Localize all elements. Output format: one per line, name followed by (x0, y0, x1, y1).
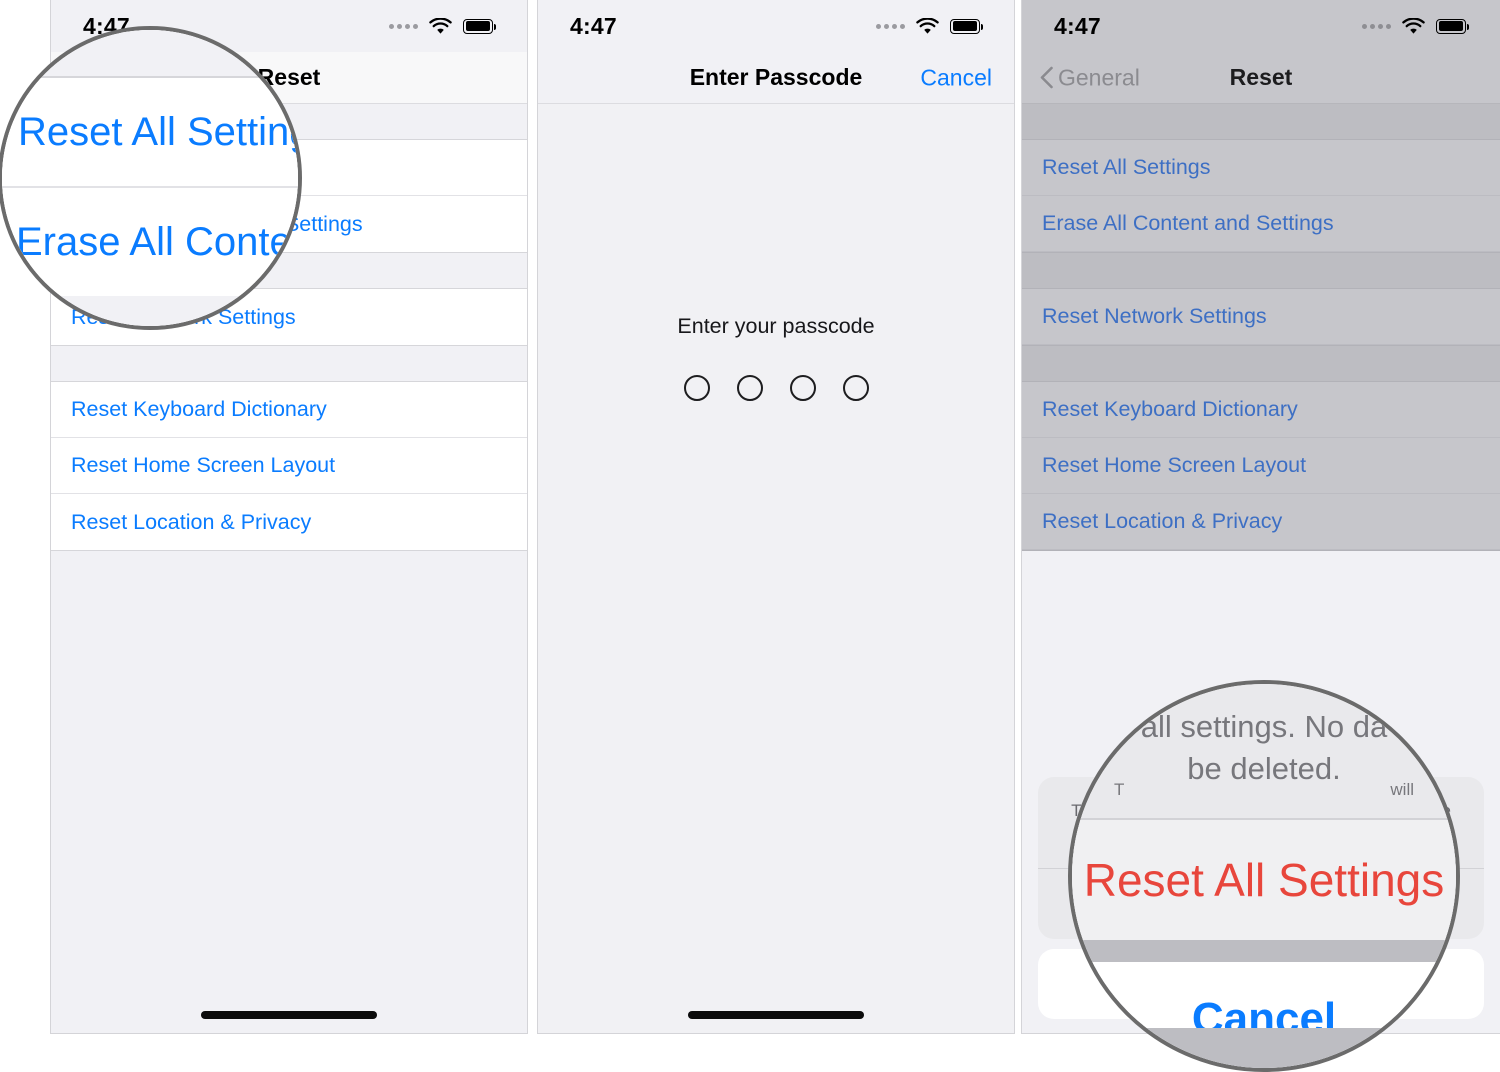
list-group-2: Reset Network Settings (1022, 288, 1500, 346)
page-title: Reset (1229, 64, 1293, 90)
home-indicator (688, 1011, 864, 1019)
list-gap (51, 346, 527, 381)
status-bar-indicators (1362, 17, 1470, 35)
lens-action-sheet-message: all settings. No da be deleted. (1072, 706, 1456, 790)
row-reset-home-screen-layout[interactable]: Reset Home Screen Layout (1022, 438, 1500, 494)
settings-list: Reset All Settings Erase All Content and… (1022, 104, 1500, 551)
passcode-prompt: Enter your passcode (677, 314, 875, 338)
list-gap (1022, 104, 1500, 139)
passcode-dot (842, 375, 869, 401)
status-bar-indicators (389, 17, 497, 35)
passcode-entry-area: Enter your passcode (538, 104, 1014, 1033)
row-reset-all-settings[interactable]: Reset All Settings (1022, 140, 1500, 196)
back-button-label: General (1058, 64, 1140, 90)
status-bar-indicators (876, 17, 984, 35)
lens-message-line-1: all settings. No da (1140, 709, 1388, 744)
lens-reset-all-settings-button[interactable]: Reset All Settings (1072, 820, 1456, 940)
signal-dots-icon (389, 23, 418, 29)
list-group-3: Reset Keyboard Dictionary Reset Home Scr… (1022, 381, 1500, 551)
status-bar: 4:47 (538, 0, 1014, 52)
back-button-general[interactable]: General (1040, 64, 1140, 91)
list-group-1: Reset All Settings Erase All Content and… (1022, 139, 1500, 253)
lens-row-label: Erase All Content and Settings (16, 219, 298, 264)
wifi-icon (429, 17, 452, 34)
row-reset-location-privacy[interactable]: Reset Location & Privacy (1022, 494, 1500, 550)
lens-list-gap (2, 296, 298, 326)
row-reset-keyboard-dictionary[interactable]: Reset Keyboard Dictionary (1022, 382, 1500, 438)
lens-row-reset-all-settings[interactable]: Reset All Settings (2, 78, 298, 186)
status-bar-time: 4:47 (1054, 12, 1101, 39)
lens-sheet-gap (1072, 940, 1456, 962)
signal-dots-icon (876, 23, 905, 29)
phone-screen-enter-passcode: 4:47 Enter Passcode Cancel Enter your pa… (537, 0, 1015, 1034)
cancel-button[interactable]: Cancel (920, 64, 992, 91)
passcode-dot (789, 375, 816, 401)
lens-partial-text-row: T will (1072, 780, 1456, 814)
signal-dots-icon (1362, 23, 1391, 29)
nav-bar: General Reset (1022, 52, 1500, 104)
passcode-dots[interactable] (683, 375, 869, 401)
row-reset-keyboard-dictionary[interactable]: Reset Keyboard Dictionary (51, 382, 527, 438)
passcode-dot (683, 375, 710, 401)
lens-list-gap (2, 30, 298, 76)
lens-partial-right: will (1390, 780, 1414, 799)
list-gap (1022, 346, 1500, 381)
row-erase-all-content[interactable]: Erase All Content and Settings (1022, 196, 1500, 252)
nav-bar: Enter Passcode Cancel (538, 52, 1014, 104)
battery-icon (463, 18, 497, 34)
screenshot-stage: 4:47 Reset Reset All Settings Erase All … (0, 0, 1500, 1072)
magnifier-lens-reset-all-settings: Reset All Settings Erase All Content and… (0, 26, 302, 330)
magnifier-lens-action-sheet: all settings. No da be deleted. T will R… (1068, 680, 1460, 1072)
status-bar: 4:47 (1022, 0, 1500, 52)
lens-bottom-fill (1072, 1028, 1456, 1068)
page-title: Enter Passcode (689, 64, 863, 90)
battery-icon (950, 18, 984, 34)
wifi-icon (1402, 17, 1425, 34)
lens-row-erase-all-content[interactable]: Erase All Content and Settings (2, 188, 298, 296)
list-gap (1022, 253, 1500, 288)
battery-icon (1436, 18, 1470, 34)
chevron-left-icon (1040, 66, 1053, 89)
lens-partial-left: T (1114, 780, 1125, 799)
lens-row-label: Reset All Settings (18, 109, 302, 154)
passcode-dot (736, 375, 763, 401)
list-group-3: Reset Keyboard Dictionary Reset Home Scr… (51, 381, 527, 551)
wifi-icon (916, 17, 939, 34)
row-reset-location-privacy[interactable]: Reset Location & Privacy (51, 494, 527, 550)
row-reset-network-settings[interactable]: Reset Network Settings (1022, 289, 1500, 345)
status-bar-time: 4:47 (570, 12, 617, 39)
home-indicator (201, 1011, 377, 1019)
row-reset-home-screen-layout[interactable]: Reset Home Screen Layout (51, 438, 527, 494)
